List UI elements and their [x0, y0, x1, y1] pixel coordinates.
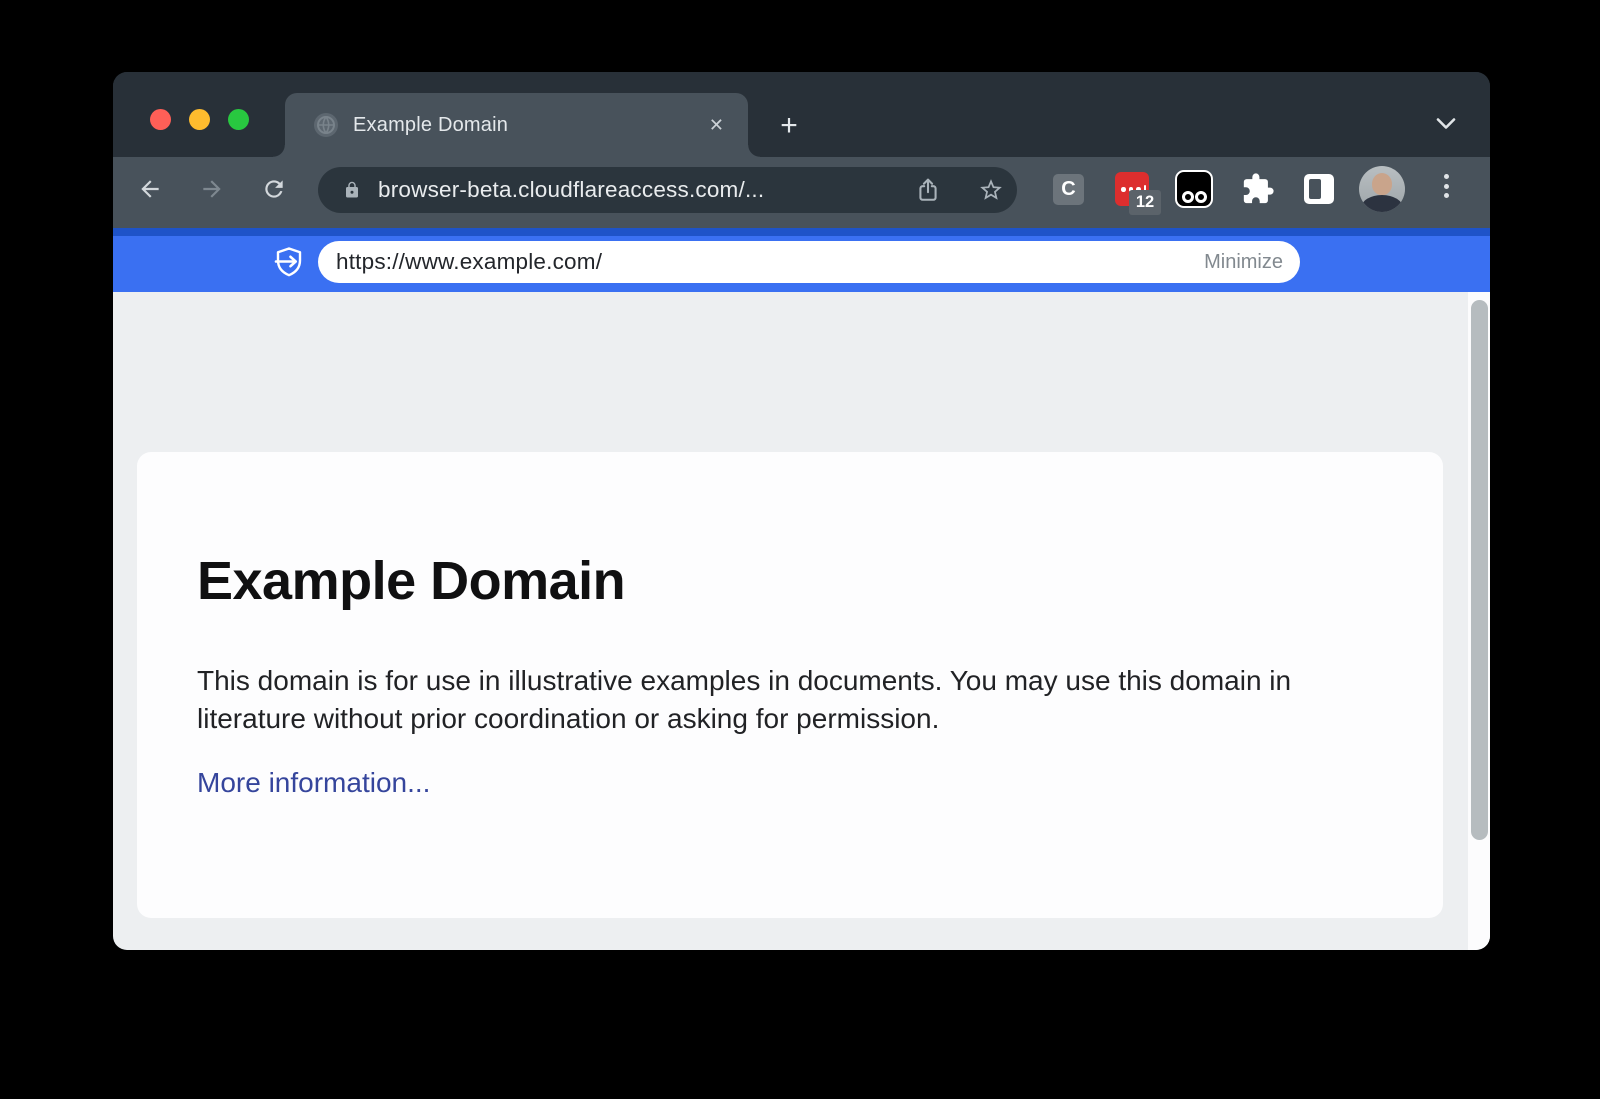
side-panel-icon[interactable] [1304, 174, 1334, 204]
minimize-window-button[interactable] [189, 109, 210, 130]
tab-strip: Example Domain ✕ + [113, 72, 1490, 157]
page-title: Example Domain [197, 550, 1383, 612]
new-tab-button[interactable]: + [771, 108, 807, 144]
reload-icon[interactable] [261, 176, 287, 202]
share-icon[interactable] [915, 177, 941, 203]
browser-window: Example Domain ✕ + browser-beta.cloudfla… [113, 72, 1490, 950]
remote-url-value: https://www.example.com/ [336, 249, 602, 275]
page-paragraph: This domain is for use in illustrative e… [197, 662, 1349, 737]
remote-browser-access-bar: https://www.example.com/ Minimize [113, 236, 1490, 292]
extension-two-circles-icon[interactable] [1175, 170, 1213, 208]
back-icon[interactable] [137, 176, 163, 202]
screen: { "window_title": "Example Domain", "tab… [0, 0, 1600, 1099]
bookmark-star-icon[interactable] [978, 177, 1004, 203]
close-window-button[interactable] [150, 109, 171, 130]
browser-toolbar: browser-beta.cloudflareaccess.com/... C … [113, 157, 1490, 228]
minimize-bar-button[interactable]: Minimize [1204, 241, 1283, 283]
lock-icon[interactable] [343, 180, 361, 200]
extension-password-icon[interactable]: 12 [1115, 172, 1149, 206]
access-bar-top-strip [113, 228, 1490, 236]
content-card: Example Domain This domain is for use in… [137, 452, 1443, 918]
more-information-link[interactable]: More information... [197, 767, 430, 799]
forward-icon[interactable] [199, 176, 225, 202]
tab-example-domain[interactable]: Example Domain ✕ [285, 93, 748, 157]
shield-arrow-icon [273, 246, 305, 280]
tab-search-chevron-icon[interactable] [1435, 117, 1457, 130]
extension-badge-count: 12 [1129, 190, 1161, 215]
page-viewport: Example Domain This domain is for use in… [113, 292, 1490, 950]
globe-favicon-icon [313, 112, 339, 138]
address-bar[interactable]: browser-beta.cloudflareaccess.com/... [318, 167, 1017, 213]
kebab-menu-icon[interactable] [1444, 174, 1449, 198]
zoom-window-button[interactable] [228, 109, 249, 130]
extensions-puzzle-icon[interactable] [1241, 172, 1275, 206]
remote-url-input[interactable]: https://www.example.com/ Minimize [318, 241, 1300, 283]
scrollbar-thumb[interactable] [1471, 300, 1488, 840]
extension-c-icon[interactable]: C [1053, 174, 1084, 205]
tab-close-icon[interactable]: ✕ [703, 93, 730, 157]
tab-title: Example Domain [353, 93, 508, 157]
address-bar-url: browser-beta.cloudflareaccess.com/... [378, 177, 764, 203]
profile-avatar[interactable] [1359, 166, 1405, 212]
